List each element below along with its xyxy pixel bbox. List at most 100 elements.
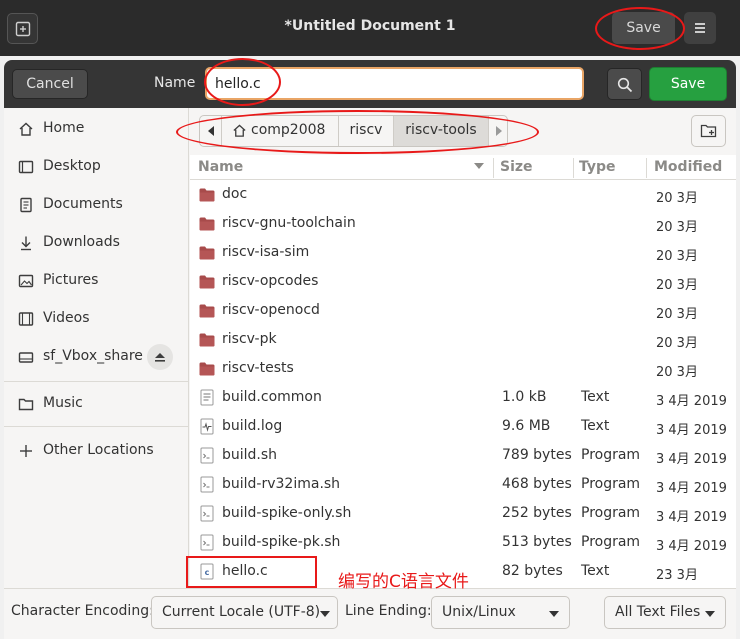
file-row[interactable]: build.log 9.6 MB Text 3 4月 2019 bbox=[190, 412, 736, 441]
file-modified: 20 3月 bbox=[656, 307, 698, 322]
eject-button[interactable] bbox=[147, 344, 173, 370]
encoding-dropdown[interactable]: Current Locale (UTF-8) bbox=[151, 596, 338, 629]
column-header-name[interactable]: Name bbox=[198, 155, 243, 179]
file-modified: 20 3月 bbox=[656, 336, 698, 351]
sidebar-item-pictures[interactable]: Pictures bbox=[4, 264, 189, 298]
sidebar-item-label: sf_Vbox_share bbox=[43, 348, 143, 364]
path-segment-riscv-tools[interactable]: riscv-tools bbox=[394, 116, 489, 146]
file-size: 252 bytes bbox=[502, 505, 572, 521]
line-ending-dropdown[interactable]: Unix/Linux bbox=[431, 596, 570, 629]
hamburger-menu-button[interactable] bbox=[684, 12, 716, 44]
file-modified: 20 3月 bbox=[656, 191, 698, 206]
file-row[interactable]: build-spike-only.sh 252 bytes Program 3 4月 … bbox=[190, 499, 736, 528]
path-segment-riscv[interactable]: riscv bbox=[339, 116, 394, 146]
new-folder-button[interactable] bbox=[691, 115, 726, 147]
path-segment-comp2008[interactable]: comp2008 bbox=[223, 116, 339, 146]
sidebar-item-label: Downloads bbox=[43, 234, 120, 250]
file-modified: 3 4月 2019 bbox=[656, 452, 727, 467]
script-file-icon bbox=[199, 447, 215, 464]
file-modified: 23 3月 bbox=[656, 568, 698, 583]
file-modified: 20 3月 bbox=[656, 278, 698, 293]
line-ending-value: Unix/Linux bbox=[442, 604, 516, 620]
path-segment-label: comp2008 bbox=[251, 122, 326, 138]
file-row[interactable]: riscv-isa-sim 20 3月 bbox=[190, 238, 736, 267]
file-row[interactable]: riscv-gnu-toolchain 20 3月 bbox=[190, 209, 736, 238]
annotation-label: 编写的C语言文件 bbox=[338, 572, 469, 592]
path-segment-label: riscv bbox=[349, 122, 383, 138]
editor-save-button[interactable]: Save bbox=[612, 12, 675, 44]
file-name: riscv-gnu-toolchain bbox=[222, 215, 356, 231]
column-divider bbox=[646, 158, 647, 178]
search-button[interactable] bbox=[607, 68, 642, 100]
file-row[interactable]: build.sh 789 bytes Program 3 4月 2019 bbox=[190, 441, 736, 470]
sidebar-item-label: Other Locations bbox=[43, 442, 154, 458]
new-folder-icon bbox=[700, 124, 717, 138]
file-filter-dropdown[interactable]: All Text Files bbox=[604, 596, 726, 629]
file-modified: 3 4月 2019 bbox=[656, 481, 727, 496]
places-sidebar: Home Desktop Documents Downloads Picture… bbox=[4, 108, 189, 588]
file-row[interactable]: riscv-openocd 20 3月 bbox=[190, 296, 736, 325]
pictures-icon bbox=[18, 274, 34, 288]
svg-text:c: c bbox=[205, 568, 210, 577]
file-type: Text bbox=[581, 563, 610, 579]
file-list: Name Size Type Modified doc 20 3月 riscv-gn… bbox=[190, 155, 736, 588]
sidebar-item-sf-vbox-share[interactable]: sf_Vbox_share bbox=[4, 340, 189, 374]
column-header-type[interactable]: Type bbox=[579, 155, 616, 179]
sidebar-item-home[interactable]: Home bbox=[4, 112, 189, 146]
file-row[interactable]: riscv-pk 20 3月 bbox=[190, 325, 736, 354]
sidebar-item-downloads[interactable]: Downloads bbox=[4, 226, 189, 260]
file-modified: 20 3月 bbox=[656, 220, 698, 235]
file-size: 789 bytes bbox=[502, 447, 572, 463]
folder-icon bbox=[199, 331, 215, 348]
file-type: Text bbox=[581, 418, 610, 434]
dialog-footer: Character Encoding: Current Locale (UTF-… bbox=[4, 588, 736, 639]
sidebar-item-videos[interactable]: Videos bbox=[4, 302, 189, 336]
script-file-icon bbox=[199, 476, 215, 493]
filename-input[interactable] bbox=[205, 67, 584, 100]
column-divider bbox=[573, 158, 574, 178]
sidebar-item-label: Music bbox=[43, 395, 83, 411]
sidebar-item-label: Pictures bbox=[43, 272, 99, 288]
file-row[interactable]: build.common 1.0 kB Text 3 4月 2019 bbox=[190, 383, 736, 412]
file-name: riscv-openocd bbox=[222, 302, 320, 318]
column-header-size[interactable]: Size bbox=[500, 155, 533, 179]
sidebar-item-documents[interactable]: Documents bbox=[4, 188, 189, 222]
save-button[interactable]: Save bbox=[649, 67, 727, 101]
sidebar-item-other-locations[interactable]: Other Locations bbox=[4, 434, 189, 468]
editor-header-bar: *Untitled Document 1 Save bbox=[0, 0, 740, 56]
file-modified: 3 4月 2019 bbox=[656, 394, 727, 409]
sidebar-item-label: Documents bbox=[43, 196, 123, 212]
encoding-value: Current Locale (UTF-8) bbox=[162, 604, 321, 620]
column-header-modified[interactable]: Modified bbox=[654, 155, 722, 179]
file-modified: 3 4月 2019 bbox=[656, 510, 727, 525]
file-row[interactable]: doc 20 3月 bbox=[190, 180, 736, 209]
path-bar: comp2008 riscv riscv-tools bbox=[199, 115, 508, 147]
line-ending-label: Line Ending: bbox=[345, 603, 432, 619]
file-name: riscv-isa-sim bbox=[222, 244, 310, 260]
home-icon bbox=[233, 124, 246, 137]
file-name: build-rv32ima.sh bbox=[222, 476, 341, 492]
search-icon bbox=[617, 77, 633, 93]
chevron-left-icon bbox=[208, 126, 214, 136]
file-row[interactable]: build-spike-pk.sh 513 bytes Program 3 4月 20… bbox=[190, 528, 736, 557]
cancel-button[interactable]: Cancel bbox=[12, 69, 88, 99]
file-type: Program bbox=[581, 505, 641, 521]
path-forward-button[interactable] bbox=[489, 116, 507, 146]
path-back-button[interactable] bbox=[200, 116, 222, 146]
sidebar-item-music[interactable]: Music bbox=[4, 387, 189, 421]
file-name: build.log bbox=[222, 418, 283, 434]
save-file-dialog: Cancel Name Save Home Desktop bbox=[4, 60, 736, 639]
script-file-icon bbox=[199, 534, 215, 551]
text-file-icon bbox=[199, 389, 215, 406]
file-name: hello.c bbox=[222, 563, 268, 579]
documents-icon bbox=[20, 197, 32, 213]
file-row[interactable]: build-rv32ima.sh 468 bytes Program 3 4月 201… bbox=[190, 470, 736, 499]
file-row[interactable]: riscv-opcodes 20 3月 bbox=[190, 267, 736, 296]
file-size: 513 bytes bbox=[502, 534, 572, 550]
file-size: 1.0 kB bbox=[502, 389, 547, 405]
sidebar-item-desktop[interactable]: Desktop bbox=[4, 150, 189, 184]
sidebar-item-label: Desktop bbox=[43, 158, 101, 174]
file-row[interactable]: riscv-tests 20 3月 bbox=[190, 354, 736, 383]
script-file-icon bbox=[199, 505, 215, 522]
home-icon bbox=[19, 122, 33, 136]
